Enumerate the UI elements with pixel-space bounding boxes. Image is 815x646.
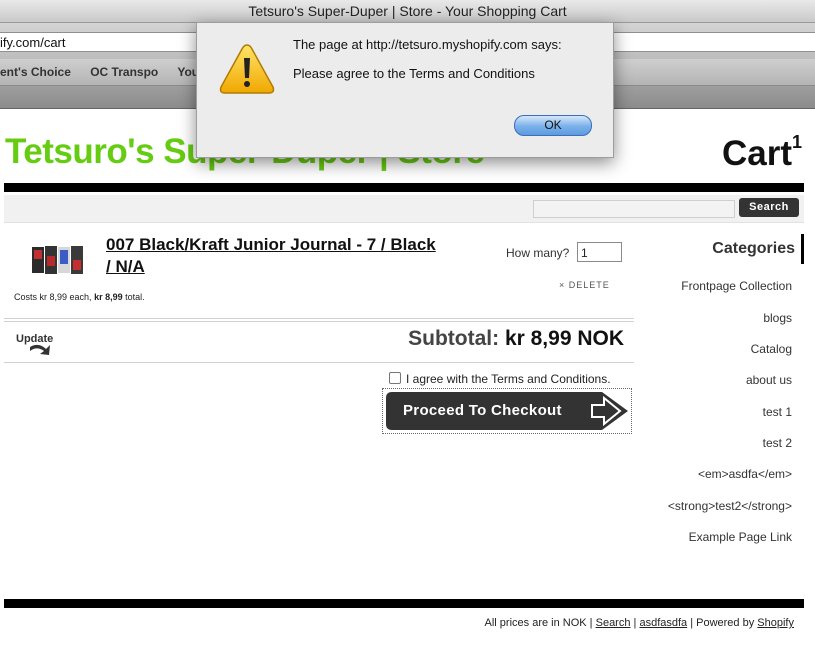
divider	[4, 318, 634, 319]
update-arrow-icon	[30, 344, 50, 355]
footer-asdf-link[interactable]: asdfasdfa	[639, 617, 687, 629]
subtotal: Subtotal: kr 8,99 NOK	[408, 327, 624, 351]
footer-separator: |	[633, 617, 637, 629]
update-button[interactable]: Update	[14, 330, 58, 356]
category-link[interactable]: test 1	[763, 405, 792, 419]
bookmark-item[interactable]: ent's Choice	[0, 65, 71, 79]
alert-dialog: The page at http://tetsuro.myshopify.com…	[196, 22, 614, 158]
cart-label: Cart	[721, 134, 792, 173]
category-link[interactable]: <strong>test2</strong>	[668, 499, 792, 513]
categories-heading: Categories	[712, 240, 795, 257]
subtotal-value: kr 8,99 NOK	[504, 327, 624, 350]
footer: All prices are in NOK | Search | asdfasd…	[485, 617, 794, 629]
item-costs: Costs kr 8,99 each, kr 8,99 total.	[14, 292, 145, 302]
footer-search-link[interactable]: Search	[596, 617, 631, 629]
bookmark-item[interactable]: OC Transpo	[90, 65, 158, 79]
footer-bar	[4, 599, 804, 608]
terms-agreement[interactable]: I agree with the Terms and Conditions.	[389, 372, 611, 386]
search-input[interactable]	[533, 200, 735, 218]
category-link[interactable]: about us	[746, 373, 792, 387]
cart-count: 1	[791, 132, 802, 152]
alert-message-body: Please agree to the Terms and Conditions	[293, 66, 535, 81]
category-link[interactable]: blogs	[763, 311, 792, 325]
costs-suffix: total.	[125, 292, 145, 302]
warning-icon	[219, 44, 275, 94]
category-link[interactable]: <em>asdfa</em>	[698, 467, 792, 481]
page-title: Cart1	[721, 132, 802, 174]
subtotal-label: Subtotal:	[408, 327, 500, 350]
quantity-input[interactable]: 1	[577, 242, 622, 262]
costs-total: kr 8,99	[94, 292, 123, 302]
divider	[4, 362, 634, 363]
delete-item-link[interactable]: × DELETE	[559, 280, 610, 290]
costs-prefix: Costs kr 8,99 each,	[14, 292, 92, 302]
footer-powered-text: | Powered by	[690, 617, 755, 629]
window-title: Tetsuro's Super-Duper | Store - Your Sho…	[0, 0, 815, 23]
quantity-label: How many?	[506, 246, 570, 260]
footer-prices-text: All prices are in NOK |	[484, 617, 593, 629]
category-link[interactable]: Example Page Link	[689, 530, 792, 544]
alert-message-title: The page at http://tetsuro.myshopify.com…	[293, 37, 562, 52]
checkout-button[interactable]: Proceed To Checkout	[386, 392, 628, 430]
header-bar	[4, 183, 804, 192]
search-button[interactable]: Search	[739, 198, 799, 217]
category-link[interactable]: Catalog	[751, 342, 792, 356]
categories-accent	[801, 234, 804, 264]
checkout-label: Proceed To Checkout	[403, 402, 562, 419]
footer-shopify-link[interactable]: Shopify	[757, 617, 794, 629]
terms-label: I agree with the Terms and Conditions.	[406, 372, 611, 386]
category-link[interactable]: test 2	[763, 436, 792, 450]
terms-checkbox[interactable]	[389, 372, 401, 384]
checkout-focus-ring: Proceed To Checkout	[382, 388, 632, 434]
product-title-link[interactable]: 007 Black/Kraft Junior Journal - 7 / Bla…	[106, 234, 436, 278]
category-link[interactable]: Frontpage Collection	[681, 279, 792, 293]
divider	[4, 321, 634, 322]
product-thumbnail[interactable]	[31, 244, 83, 276]
ok-button[interactable]: OK	[514, 115, 592, 136]
